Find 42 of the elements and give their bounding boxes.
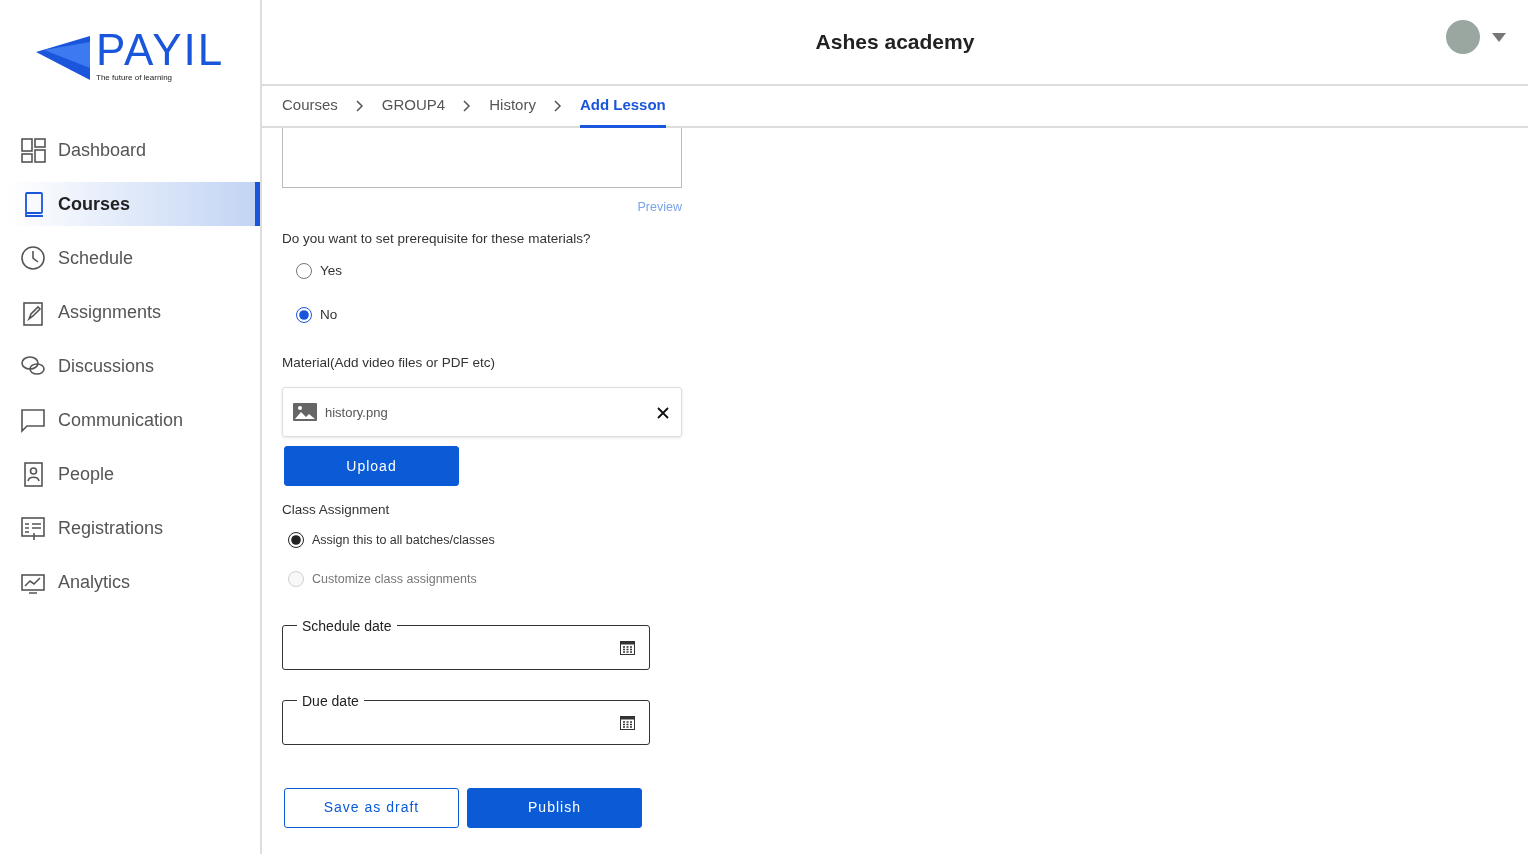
sidebar-item[interactable]: Assignments <box>8 290 260 334</box>
radio-label: Yes <box>320 261 343 280</box>
breadcrumb-link[interactable]: Courses <box>282 86 338 128</box>
clock-icon <box>20 244 46 272</box>
form-cursor-icon <box>20 514 46 542</box>
radio-button[interactable] <box>288 532 304 548</box>
class-assignment-label: Class Assignment <box>282 501 391 520</box>
sidebar-item[interactable]: People <box>8 452 260 496</box>
publish-button[interactable]: Publish <box>467 787 642 828</box>
sidebar-item[interactable]: Discussions <box>8 344 260 388</box>
sidebar-item[interactable]: Analytics <box>8 560 260 604</box>
dashboard-icon <box>20 136 46 164</box>
sidebar-item[interactable]: Schedule <box>8 236 260 280</box>
question-label: Do you want to set prerequisite for these materials? <box>282 229 592 248</box>
radio-label: Assign this to all batches/classes <box>312 531 495 549</box>
save-draft-button[interactable]: Save as draft <box>284 787 459 828</box>
radio-label: No <box>320 305 338 324</box>
chevron-right-icon <box>463 100 472 112</box>
chevron-right-icon <box>553 100 562 112</box>
calendar-icon[interactable] <box>620 714 635 730</box>
image-icon <box>293 403 317 422</box>
academy-title: Ashes academy <box>815 29 975 55</box>
breadcrumb-link[interactable]: Add Lesson <box>579 86 666 128</box>
text-editor-field[interactable] <box>282 128 682 188</box>
breadcrumb-link[interactable]: History <box>489 86 536 128</box>
logo-wordmark: PAYIL <box>96 28 225 72</box>
chevron-right-icon <box>355 100 364 112</box>
caret-icon[interactable] <box>1492 32 1506 42</box>
sidebar-item[interactable]: Dashboard <box>8 128 260 172</box>
sidebar-item[interactable]: Registrations <box>8 506 260 550</box>
speech-bubble-icon <box>20 406 46 434</box>
radio-label: Customize class assignments <box>312 570 477 588</box>
radio-button[interactable] <box>296 307 312 323</box>
radio-button[interactable] <box>296 263 312 279</box>
upload-button[interactable]: Upload <box>284 446 459 487</box>
sidebar-item[interactable]: Communication <box>8 398 260 442</box>
file-name: history.png <box>325 403 388 422</box>
close-button[interactable] <box>657 405 669 419</box>
logo-tagline: The future of learning <box>96 72 174 84</box>
material-label: Material(Add video files or PDF etc) <box>282 354 497 372</box>
calendar-icon[interactable] <box>620 639 635 655</box>
breadcrumb-link[interactable]: GROUP4 <box>381 86 446 128</box>
